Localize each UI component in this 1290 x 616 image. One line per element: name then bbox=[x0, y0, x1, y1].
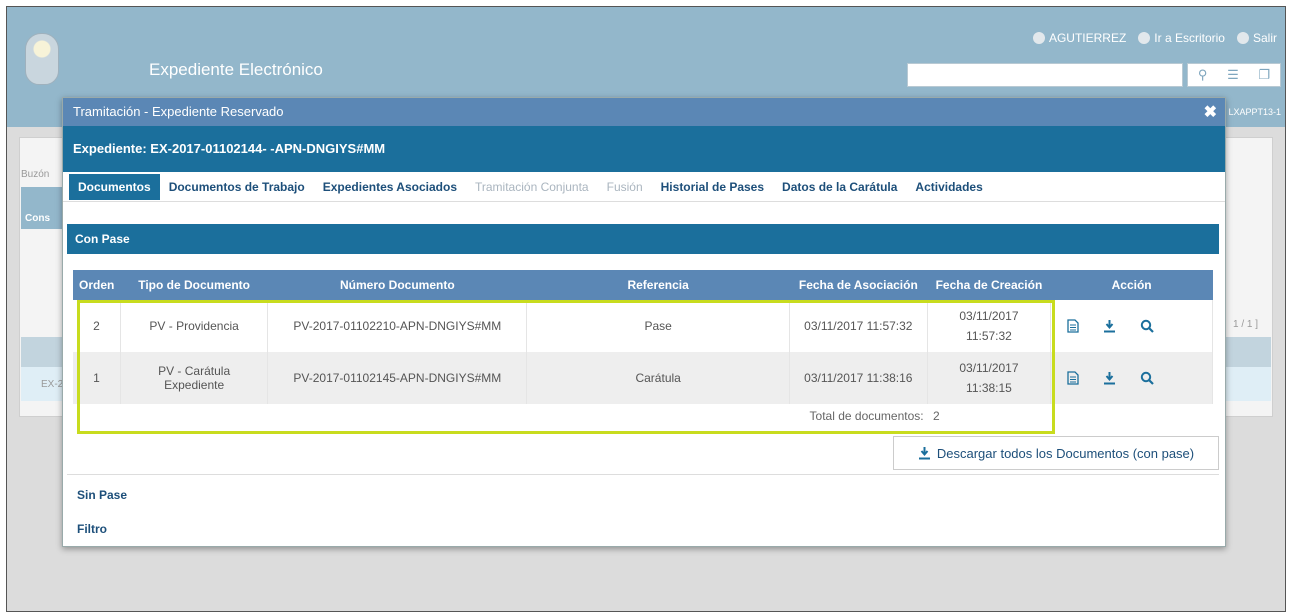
tab-expedientes-asociados[interactable]: Expedientes Asociados bbox=[314, 174, 466, 200]
cell-accion bbox=[1050, 352, 1213, 404]
section-sin-pase[interactable]: Sin Pase bbox=[77, 488, 127, 502]
col-numero[interactable]: Número Documento bbox=[268, 270, 527, 300]
view-document-icon[interactable] bbox=[1067, 371, 1079, 385]
download-icon bbox=[918, 447, 930, 460]
divider bbox=[67, 474, 1219, 475]
tab-fusion: Fusión bbox=[606, 179, 643, 194]
col-orden[interactable]: Orden bbox=[73, 270, 120, 300]
col-accion: Acción bbox=[1111, 278, 1152, 292]
coat-of-arms-logo bbox=[25, 33, 59, 85]
total-row: Total de documentos: 2 bbox=[73, 404, 1213, 428]
bg-label-cons: Cons bbox=[25, 213, 50, 224]
header-toolbar: ⚲ ☰ ❐ bbox=[1187, 63, 1281, 87]
desk-icon bbox=[1138, 32, 1151, 44]
search-icon[interactable]: ⚲ bbox=[1198, 67, 1208, 83]
modal-title-bar: Tramitación - Expediente Reservado ✖ bbox=[63, 98, 1225, 126]
total-value: 2 bbox=[932, 409, 940, 423]
expediente-title: Expediente: EX-2017-01102144- -APN-DNGIY… bbox=[63, 126, 1225, 172]
user-link[interactable]: AGUTIERREZ bbox=[1032, 31, 1126, 45]
table-row[interactable]: 1 PV - Carátula Expediente PV-2017-01102… bbox=[73, 352, 1213, 404]
section-filtro[interactable]: Filtro bbox=[77, 522, 107, 536]
app-window: Expediente Electrónico AGUTIERREZ Ir a E… bbox=[6, 6, 1286, 612]
download-all-button[interactable]: Descargar todos los Documentos (con pase… bbox=[893, 436, 1219, 470]
user-links: AGUTIERREZ Ir a Escritorio Salir bbox=[1032, 31, 1277, 45]
tramitacion-modal: Tramitación - Expediente Reservado ✖ Exp… bbox=[62, 97, 1226, 547]
logout-icon bbox=[1236, 32, 1249, 44]
col-fecha-creacion[interactable]: Fecha de Creación bbox=[927, 270, 1051, 300]
table-header-row: Orden Tipo de Documento Número Documento… bbox=[73, 270, 1213, 300]
bg-label-ex: EX-2 bbox=[41, 379, 64, 390]
cell-tipo: PV - Carátula Expediente bbox=[120, 352, 269, 404]
cell-fecha-asociacion: 03/11/2017 11:57:32 bbox=[789, 300, 928, 352]
tab-tramitacion-conjunta: Tramitación Conjunta bbox=[475, 179, 589, 194]
search-icon[interactable] bbox=[1140, 371, 1155, 385]
cell-numero: PV-2017-01102210-APN-DNGIYS#MM bbox=[267, 300, 528, 352]
tab-documentos[interactable]: Documentos bbox=[69, 173, 160, 200]
documents-table: Orden Tipo de Documento Número Documento… bbox=[73, 270, 1213, 428]
cell-numero: PV-2017-01102145-APN-DNGIYS#MM bbox=[267, 352, 528, 404]
search-input[interactable] bbox=[907, 63, 1183, 87]
documents-table-area: Orden Tipo de Documento Número Documento… bbox=[73, 270, 1213, 428]
col-fecha-asociacion[interactable]: Fecha de Asociación bbox=[790, 270, 928, 300]
app-code: LXAPPT13-1 bbox=[1228, 107, 1281, 117]
cell-tipo: PV - Providencia bbox=[120, 300, 269, 352]
col-referencia[interactable]: Referencia bbox=[527, 270, 790, 300]
cell-accion bbox=[1050, 300, 1213, 352]
cell-referencia: Carátula bbox=[526, 352, 791, 404]
fecha-creacion-time: 11:38:15 bbox=[966, 381, 1012, 395]
user-icon bbox=[1032, 32, 1045, 44]
cell-fecha-creacion: 03/11/2017 11:38:15 bbox=[927, 352, 1052, 404]
fecha-creacion-time: 11:57:32 bbox=[966, 329, 1012, 343]
fecha-creacion-date: 03/11/2017 bbox=[959, 361, 1019, 375]
cell-referencia: Pase bbox=[526, 300, 791, 352]
cell-fecha-asociacion: 03/11/2017 11:38:16 bbox=[789, 352, 928, 404]
cell-orden: 2 bbox=[73, 300, 121, 352]
close-icon[interactable]: ✖ bbox=[1204, 102, 1217, 122]
search-icon[interactable] bbox=[1140, 319, 1155, 333]
tab-actividades[interactable]: Actividades bbox=[906, 174, 991, 200]
bg-pager: 1 / 1 ] bbox=[1233, 319, 1259, 330]
table-row[interactable]: 2 PV - Providencia PV-2017-01102210-APN-… bbox=[73, 300, 1213, 352]
fecha-creacion-date: 03/11/2017 bbox=[959, 309, 1019, 323]
tab-documentos-trabajo[interactable]: Documentos de Trabajo bbox=[160, 174, 314, 200]
download-icon[interactable] bbox=[1103, 319, 1116, 333]
app-title: Expediente Electrónico bbox=[149, 60, 323, 79]
cell-orden: 1 bbox=[73, 352, 121, 404]
view-document-icon[interactable] bbox=[1067, 319, 1079, 333]
tab-datos-caratula[interactable]: Datos de la Carátula bbox=[773, 174, 906, 200]
tab-bar: Documentos Documentos de Trabajo Expedie… bbox=[63, 172, 1225, 202]
download-all-label: Descargar todos los Documentos (con pase… bbox=[936, 445, 1195, 461]
col-tipo[interactable]: Tipo de Documento bbox=[120, 270, 268, 300]
logout-link[interactable]: Salir bbox=[1236, 31, 1277, 45]
modal-title: Tramitación - Expediente Reservado bbox=[73, 104, 284, 119]
tab-historial-pases[interactable]: Historial de Pases bbox=[652, 174, 773, 200]
desk-link[interactable]: Ir a Escritorio bbox=[1138, 31, 1225, 45]
menu-icon[interactable]: ☰ bbox=[1227, 67, 1239, 83]
cell-fecha-creacion: 03/11/2017 11:57:32 bbox=[927, 300, 1052, 352]
section-con-pase[interactable]: Con Pase bbox=[67, 224, 1219, 254]
copy-icon[interactable]: ❐ bbox=[1258, 67, 1270, 83]
bg-label-buzon: Buzón bbox=[21, 169, 50, 180]
download-icon[interactable] bbox=[1103, 371, 1116, 385]
total-label: Total de documentos: bbox=[809, 409, 924, 423]
